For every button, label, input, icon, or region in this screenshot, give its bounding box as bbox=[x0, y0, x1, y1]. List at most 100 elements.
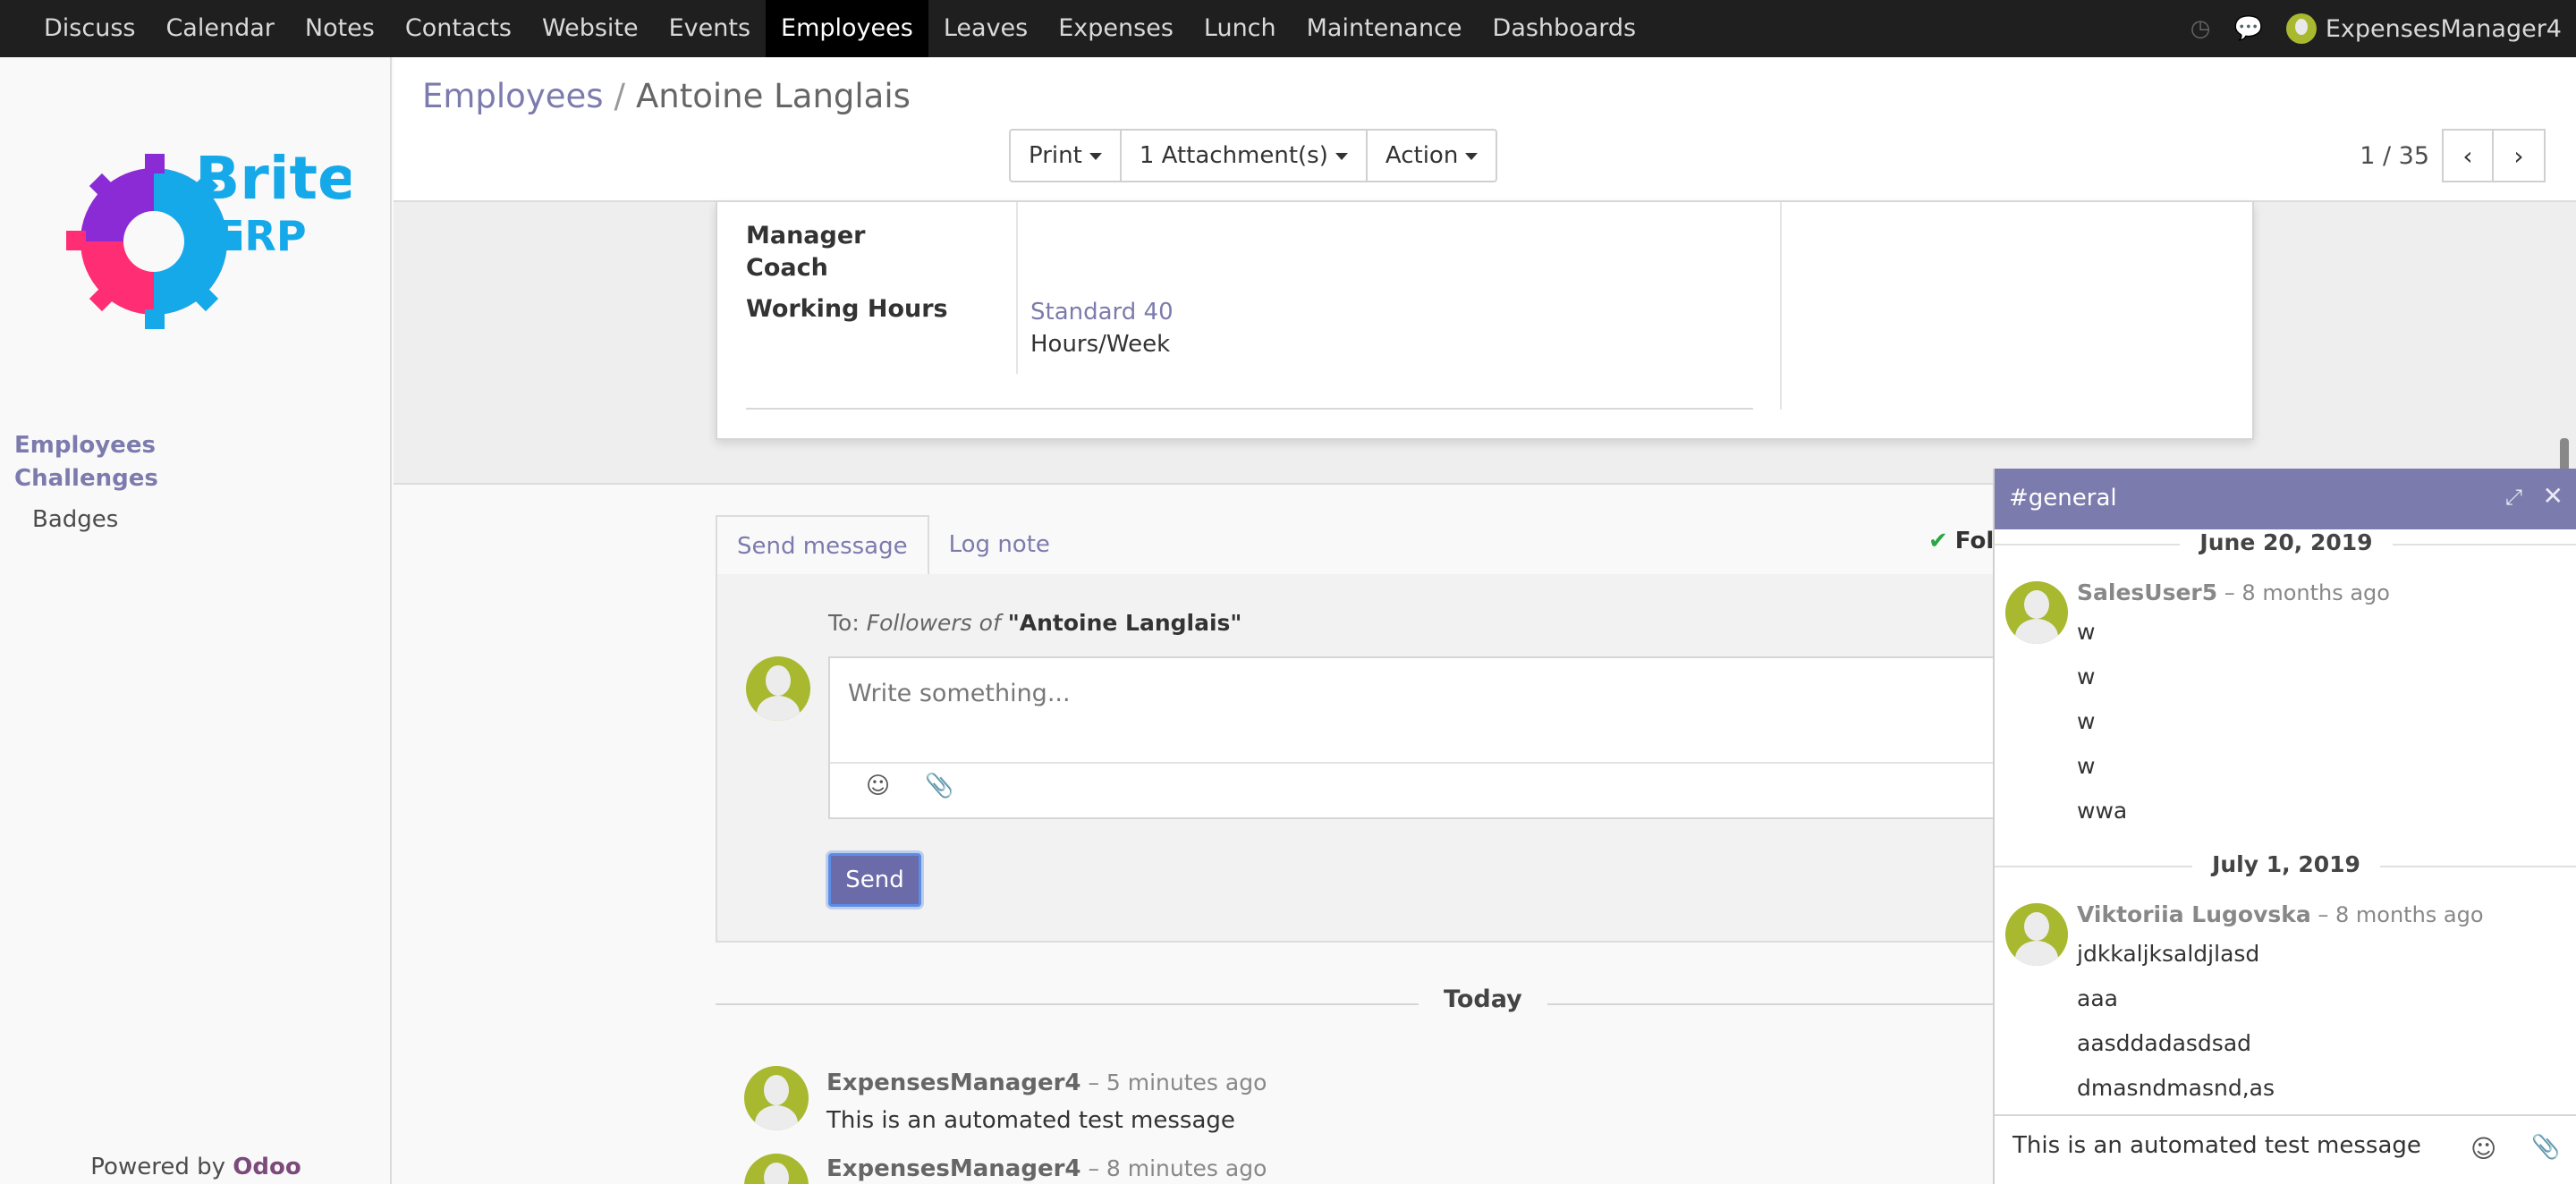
menu-discuss[interactable]: Discuss bbox=[29, 0, 150, 57]
print-dropdown[interactable]: Print bbox=[1011, 131, 1122, 181]
caret-down-icon bbox=[1335, 152, 1348, 160]
sidebar-item-employees[interactable]: Employees bbox=[14, 429, 158, 462]
chevron-left-icon: ‹ bbox=[2462, 140, 2473, 171]
powered-by-text: Powered by bbox=[90, 1154, 233, 1180]
sidebar-item-badges[interactable]: Badges bbox=[14, 503, 158, 537]
top-navbar: Discuss Calendar Notes Contacts Website … bbox=[0, 0, 2576, 57]
logo-text-brite: Brite bbox=[195, 144, 351, 213]
pager: 1 / 35 ‹ › bbox=[2360, 129, 2546, 182]
message-date: – 8 minutes ago bbox=[1080, 1155, 1267, 1181]
paperclip-icon[interactable]: 📎 bbox=[925, 773, 953, 799]
recipients-line: To: Followers of "Antoine Langlais" bbox=[828, 610, 1241, 636]
message-placeholder: Write something... bbox=[848, 680, 1071, 707]
brite-erp-logo: Brite ERP bbox=[66, 144, 351, 329]
message-avatar bbox=[744, 1154, 809, 1184]
chat-avatar bbox=[2005, 903, 2068, 966]
menu-leaves[interactable]: Leaves bbox=[928, 0, 1043, 57]
form-sheet: Manager Coach Working Hours Standard 40 … bbox=[716, 202, 2254, 440]
menu-employees[interactable]: Employees bbox=[766, 0, 928, 57]
chat-bubbles-icon[interactable]: 💬 bbox=[2233, 15, 2262, 42]
author-name: ExpensesManager4 bbox=[826, 1155, 1081, 1182]
menu-expenses[interactable]: Expenses bbox=[1043, 0, 1189, 57]
attachments-dropdown[interactable]: 1 Attachment(s) bbox=[1122, 131, 1368, 181]
chat-message-line: dmasndmasnd,as bbox=[2077, 1075, 2275, 1101]
today-label: Today bbox=[1419, 985, 1547, 1013]
chat-window: #general ⤢ ✕ June 20, 2019 SalesUser5 – … bbox=[1993, 469, 2576, 1184]
chat-author-name: SalesUser5 bbox=[2077, 579, 2218, 605]
chevron-right-icon: › bbox=[2513, 140, 2524, 171]
pager-next-button[interactable]: › bbox=[2494, 129, 2546, 182]
menu-dashboards[interactable]: Dashboards bbox=[1478, 0, 1652, 57]
field-divider bbox=[1016, 202, 1018, 374]
clock-icon[interactable]: ◷ bbox=[2190, 15, 2211, 42]
powered-by: Powered by Odoo bbox=[0, 1154, 392, 1180]
day-label: July 1, 2019 bbox=[1995, 851, 2576, 877]
pager-previous-button[interactable]: ‹ bbox=[2442, 129, 2494, 182]
to-followers: Followers of bbox=[866, 610, 1001, 636]
chat-message-line: w bbox=[2077, 619, 2096, 645]
breadcrumb: Employees / Antoine Langlais bbox=[422, 77, 911, 115]
chat-message-line: aasddadasdsad bbox=[2077, 1030, 2252, 1056]
menu-maintenance[interactable]: Maintenance bbox=[1292, 0, 1478, 57]
menu-contacts[interactable]: Contacts bbox=[390, 0, 527, 57]
odoo-link[interactable]: Odoo bbox=[233, 1154, 301, 1180]
attachments-label: 1 Attachment(s) bbox=[1139, 142, 1328, 169]
send-button[interactable]: Send bbox=[828, 853, 921, 907]
to-prefix: To: bbox=[828, 610, 867, 636]
check-icon: ✔ bbox=[1928, 528, 1948, 554]
breadcrumb-separator: / bbox=[614, 77, 625, 115]
message-author[interactable]: ExpensesManager4 – 8 minutes ago bbox=[826, 1155, 1267, 1182]
working-hours-label: Working Hours bbox=[746, 295, 948, 323]
user-menu[interactable]: ExpensesManager4 bbox=[2285, 13, 2562, 44]
user-name: ExpensesManager4 bbox=[2325, 14, 2562, 43]
sidebar-item-challenges[interactable]: Challenges bbox=[14, 462, 158, 495]
chat-message-date: – 8 months ago bbox=[2217, 580, 2390, 605]
emoji-icon[interactable]: ☺ bbox=[866, 773, 890, 799]
chat-window-header[interactable]: #general ⤢ ✕ bbox=[1995, 469, 2576, 529]
app-menu: Discuss Calendar Notes Contacts Website … bbox=[0, 0, 1651, 57]
paperclip-icon[interactable]: 📎 bbox=[2531, 1134, 2560, 1161]
logo-text-erp: ERP bbox=[216, 212, 307, 260]
menu-website[interactable]: Website bbox=[527, 0, 654, 57]
chat-input[interactable]: This is an automated test message bbox=[2012, 1132, 2421, 1159]
control-panel: Employees / Antoine Langlais Print 1 Attac… bbox=[394, 57, 2576, 202]
to-record: "Antoine Langlais" bbox=[1007, 610, 1242, 636]
action-dropdown[interactable]: Action bbox=[1368, 131, 1496, 181]
follow-button[interactable]: ✔ Foll bbox=[1928, 528, 2002, 554]
chat-author-name: Viktoriia Lugovska bbox=[2077, 901, 2311, 927]
emoji-icon[interactable]: ☺ bbox=[2470, 1134, 2496, 1163]
menu-notes[interactable]: Notes bbox=[290, 0, 390, 57]
expand-icon[interactable]: ⤢ bbox=[2505, 485, 2522, 510]
menu-calendar[interactable]: Calendar bbox=[150, 0, 289, 57]
chat-message-author[interactable]: Viktoriia Lugovska – 8 months ago bbox=[2077, 901, 2484, 927]
user-avatar bbox=[2285, 13, 2317, 44]
message-avatar bbox=[744, 1066, 809, 1130]
chat-message-author[interactable]: SalesUser5 – 8 months ago bbox=[2077, 579, 2390, 605]
message-author[interactable]: ExpensesManager4 – 5 minutes ago bbox=[826, 1070, 1267, 1096]
working-hours-unit: Hours/Week bbox=[1030, 331, 1171, 358]
day-label: June 20, 2019 bbox=[1995, 529, 2576, 555]
day-label-text: July 1, 2019 bbox=[2192, 851, 2380, 877]
form-separator bbox=[746, 408, 1753, 410]
chat-message-line: w bbox=[2077, 753, 2096, 779]
action-label: Action bbox=[1385, 142, 1459, 169]
caret-down-icon bbox=[1465, 152, 1479, 160]
day-label-text: June 20, 2019 bbox=[2180, 529, 2393, 555]
author-name: ExpensesManager4 bbox=[826, 1070, 1081, 1096]
today-separator bbox=[716, 1003, 1995, 1005]
chat-message-line: w bbox=[2077, 664, 2096, 689]
chat-message-line: jdkkaljksaldjlasd bbox=[2077, 941, 2260, 967]
close-icon[interactable]: ✕ bbox=[2543, 481, 2563, 511]
message-textarea[interactable]: Write something... ☺ 📎 bbox=[828, 656, 1996, 819]
breadcrumb-employees[interactable]: Employees bbox=[422, 77, 604, 115]
pager-value[interactable]: 1 / 35 bbox=[2360, 142, 2429, 170]
menu-events[interactable]: Events bbox=[654, 0, 766, 57]
chat-message-line: wwa bbox=[2077, 798, 2128, 824]
chat-avatar bbox=[2005, 581, 2068, 644]
tab-log-note[interactable]: Log note bbox=[929, 515, 1070, 576]
composer-avatar bbox=[746, 656, 810, 721]
menu-lunch[interactable]: Lunch bbox=[1189, 0, 1292, 57]
tab-send-message[interactable]: Send message bbox=[716, 515, 929, 576]
working-hours-link[interactable]: Standard 40 bbox=[1030, 299, 1174, 326]
breadcrumb-current: Antoine Langlais bbox=[636, 77, 911, 115]
